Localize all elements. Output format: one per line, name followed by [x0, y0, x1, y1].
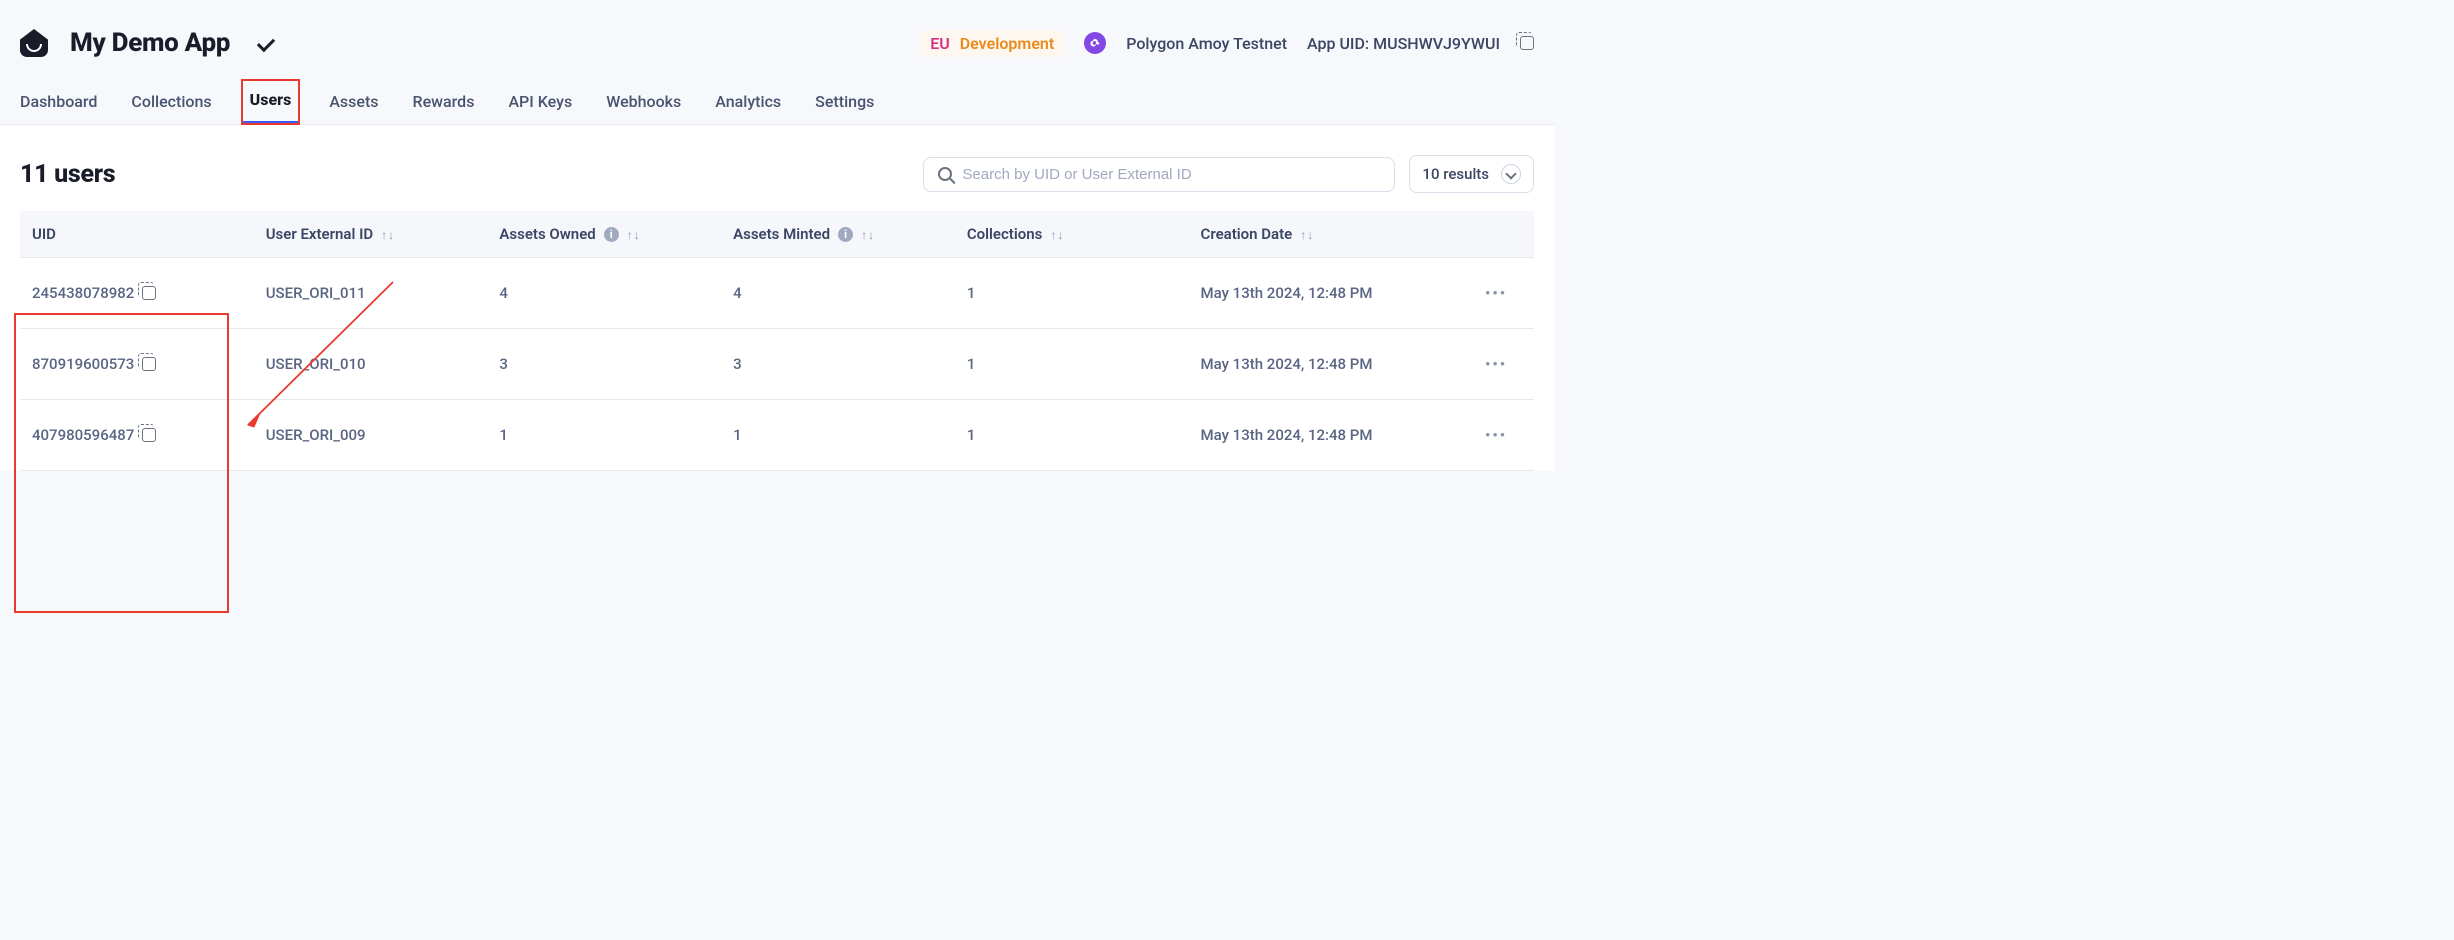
sort-icon [861, 228, 874, 242]
tab-users[interactable]: Users [242, 80, 300, 124]
col-assets-minted[interactable]: Assets Minted [721, 211, 955, 258]
results-per-page[interactable]: 10 results [1409, 155, 1534, 193]
owned-value: 1 [499, 426, 508, 444]
ext-id-value: USER_ORI_009 [266, 426, 366, 444]
collections-value: 1 [967, 426, 976, 444]
region-badge: EU [930, 34, 950, 53]
more-icon[interactable]: ••• [1485, 355, 1507, 373]
ext-id-value: USER_ORI_011 [266, 284, 366, 302]
ext-id-value: USER_ORI_010 [266, 355, 366, 373]
tab-api-keys[interactable]: API Keys [508, 82, 572, 123]
table-row[interactable]: 245438078982 USER_ORI_011 4 4 1 May 13th… [20, 258, 1534, 329]
results-label: 10 results [1422, 165, 1489, 183]
info-icon[interactable] [838, 227, 853, 242]
polygon-icon [1084, 32, 1106, 54]
created-value: May 13th 2024, 12:48 PM [1201, 426, 1373, 444]
col-assets-owned[interactable]: Assets Owned [487, 211, 721, 258]
app-switcher[interactable]: My Demo App [70, 28, 274, 58]
blockchain-network: Polygon Amoy Testnet [1126, 34, 1287, 53]
env-badges: EU Development [920, 30, 1064, 57]
uid-value: 245438078982 [32, 284, 134, 302]
tab-assets[interactable]: Assets [329, 82, 378, 123]
search-input[interactable] [962, 166, 1380, 183]
copy-icon[interactable] [142, 357, 156, 371]
owned-value: 4 [499, 284, 508, 302]
created-value: May 13th 2024, 12:48 PM [1201, 355, 1373, 373]
copy-icon[interactable] [142, 286, 156, 300]
created-value: May 13th 2024, 12:48 PM [1201, 284, 1373, 302]
chevron-down-icon [1501, 164, 1521, 184]
minted-value: 4 [733, 284, 742, 302]
copy-icon[interactable] [142, 428, 156, 442]
col-ext-id[interactable]: User External ID [254, 211, 488, 258]
uid-value: 870919600573 [32, 355, 134, 373]
search-box[interactable] [923, 157, 1395, 192]
collections-value: 1 [967, 284, 976, 302]
col-collections[interactable]: Collections [955, 211, 1189, 258]
page-title: 11 users [20, 160, 115, 189]
col-creation-date[interactable]: Creation Date [1189, 211, 1474, 258]
table-row[interactable]: 870919600573 USER_ORI_010 3 3 1 May 13th… [20, 329, 1534, 400]
minted-value: 1 [733, 426, 742, 444]
search-icon [938, 167, 952, 181]
users-table: UID User External ID Assets Owned [20, 211, 1534, 471]
tab-rewards[interactable]: Rewards [413, 82, 475, 123]
sort-icon [1300, 228, 1313, 242]
table-row[interactable]: 407980596487 USER_ORI_009 1 1 1 May 13th… [20, 400, 1534, 471]
main-tabs: Dashboard Collections Users Assets Rewar… [0, 80, 1554, 125]
chevron-down-icon [257, 34, 275, 52]
app-name: My Demo App [70, 28, 230, 58]
sort-icon [1050, 228, 1063, 242]
owned-value: 3 [499, 355, 508, 373]
sort-icon [381, 228, 394, 242]
tab-collections[interactable]: Collections [131, 82, 211, 123]
col-uid[interactable]: UID [20, 211, 254, 258]
tab-settings[interactable]: Settings [815, 82, 874, 123]
app-logo [20, 29, 48, 57]
minted-value: 3 [733, 355, 742, 373]
copy-icon[interactable] [1520, 36, 1534, 50]
tab-dashboard[interactable]: Dashboard [20, 82, 97, 123]
app-header: My Demo App EU Development Polygon Amoy … [0, 0, 1554, 80]
app-uid-label: App UID: MUSHWVJ9YWUI [1307, 34, 1500, 53]
collections-value: 1 [967, 355, 976, 373]
environment-badge: Development [960, 34, 1054, 53]
tab-analytics[interactable]: Analytics [715, 82, 781, 123]
tab-webhooks[interactable]: Webhooks [606, 82, 681, 123]
sort-icon [627, 228, 640, 242]
uid-value: 407980596487 [32, 426, 134, 444]
more-icon[interactable]: ••• [1485, 284, 1507, 302]
more-icon[interactable]: ••• [1485, 426, 1507, 444]
info-icon[interactable] [604, 227, 619, 242]
